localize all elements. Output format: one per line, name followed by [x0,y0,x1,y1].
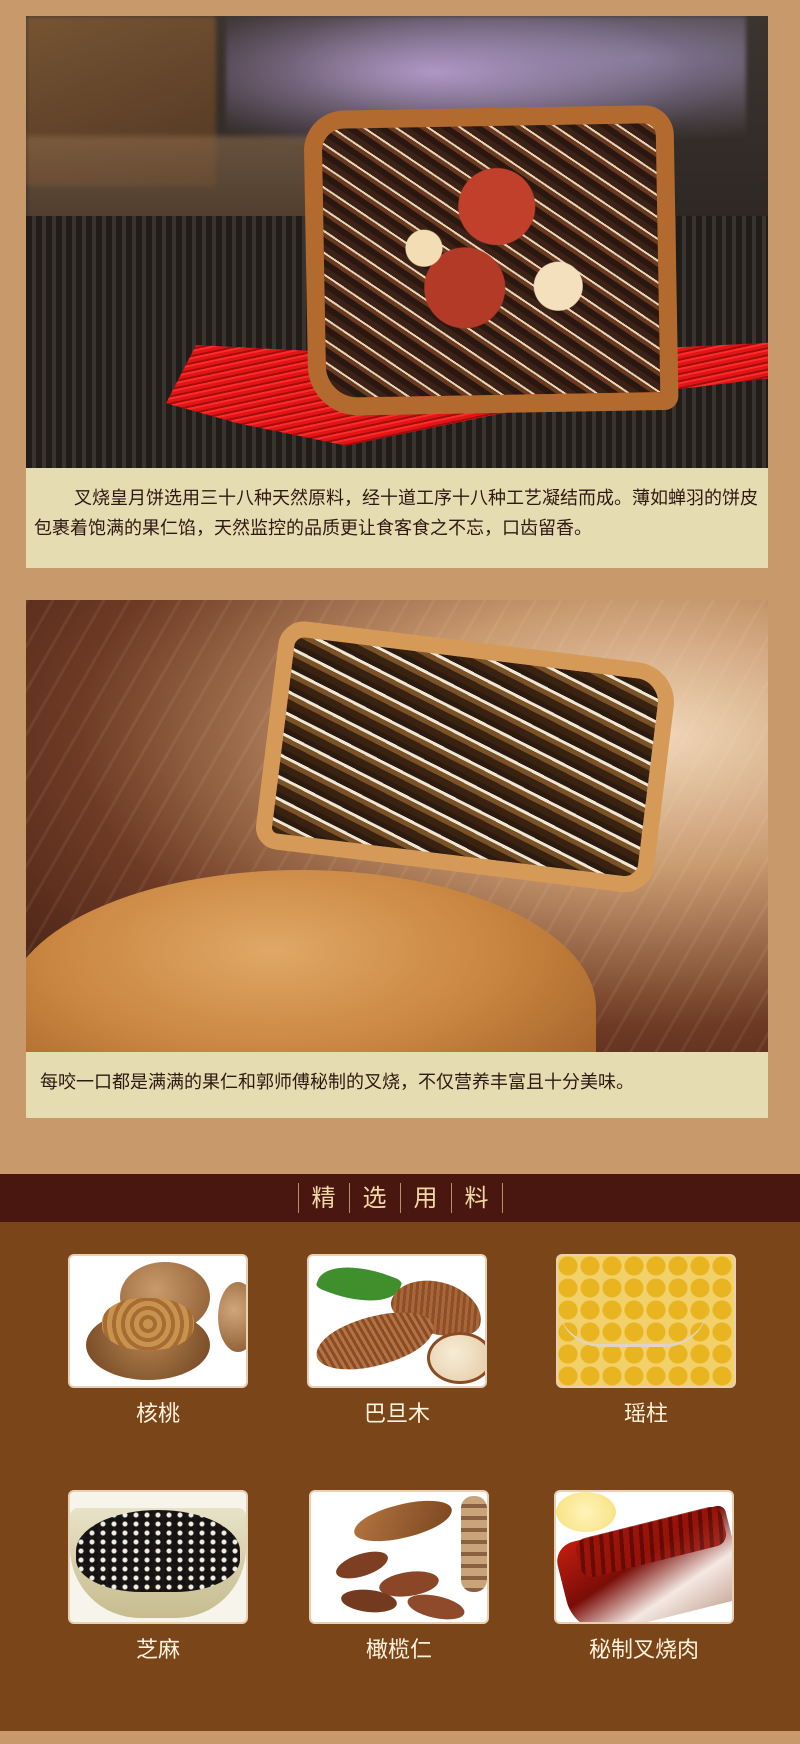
footer-strip [0,1731,800,1744]
ingredient-label: 瑶柱 [623,1402,668,1427]
header-char: 用 [399,1183,451,1213]
mooncake-slice [253,618,679,896]
mooncake-cross-section-photo [26,16,768,468]
ingredient-label: 核桃 [135,1402,180,1427]
section-header-title: 精 选 用 料 [0,1174,800,1222]
ingredient-label: 芝麻 [135,1638,180,1663]
ingredient-walnut: 核桃 [68,1254,248,1428]
scallop-icon [556,1254,736,1388]
walnut-icon [68,1254,248,1388]
feature-block-2: 每咬一口都是满满的果仁和郭师傅秘制的叉烧，不仅营养丰富且十分美味。 [26,600,768,1118]
ingredient-label: 秘制叉烧肉 [588,1638,699,1663]
olive-kernel-icon [309,1490,489,1624]
ingredient-label: 橄榄仁 [365,1638,432,1663]
ingredient-char-siu: 秘制叉烧肉 [554,1490,734,1664]
caption-first: 叉烧皇月饼选用三十八种天然原料，经十道工序十八种工艺凝结而成。薄如蝉羽的饼皮包裹… [26,468,768,568]
header-char: 料 [450,1183,503,1213]
header-char: 选 [348,1183,400,1213]
ingredients-grid: 核桃 巴旦木 瑶柱 芝麻 橄榄仁 秘制叉烧肉 [0,1222,800,1731]
sesame-icon [68,1490,248,1624]
product-detail-page: 叉烧皇月饼选用三十八种天然原料，经十道工序十八种工艺凝结而成。薄如蝉羽的饼皮包裹… [0,0,800,1744]
feature-block-1: 叉烧皇月饼选用三十八种天然原料，经十道工序十八种工艺凝结而成。薄如蝉羽的饼皮包裹… [26,16,768,568]
header-char: 精 [297,1183,349,1213]
ingredient-olive-kernel: 橄榄仁 [309,1490,489,1664]
ingredient-label: 巴旦木 [363,1402,430,1427]
section-header-band: 精 选 用 料 [0,1174,800,1222]
ingredient-scallop: 瑶柱 [556,1254,736,1428]
caption-second: 每咬一口都是满满的果仁和郭师傅秘制的叉烧，不仅营养丰富且十分美味。 [26,1052,768,1118]
ingredient-almond: 巴旦木 [307,1254,487,1428]
mooncake-half [303,104,679,417]
ingredient-sesame: 芝麻 [68,1490,248,1664]
mooncake-bite-photo [26,600,768,1052]
almond-icon [307,1254,487,1388]
char-siu-icon [554,1490,734,1624]
